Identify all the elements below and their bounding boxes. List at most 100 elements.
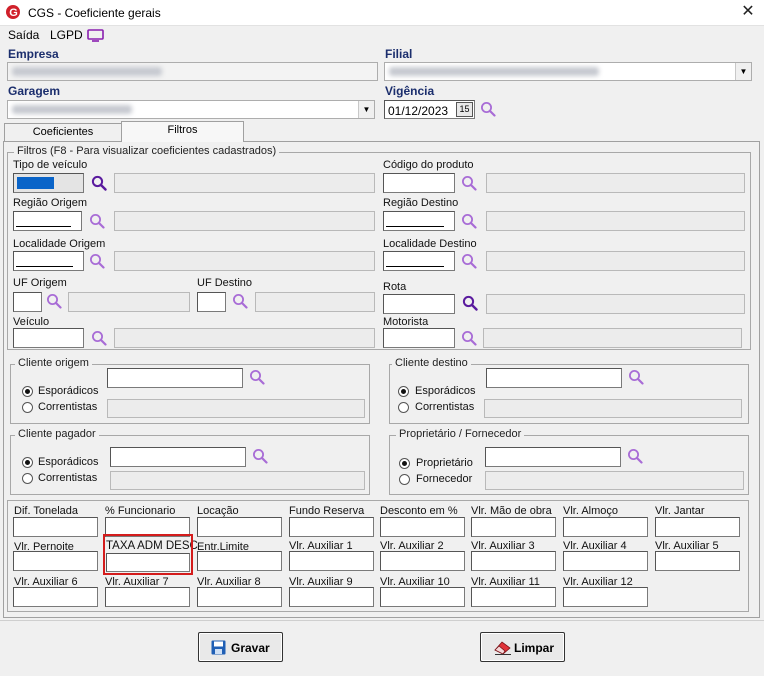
tipo-veiculo-input[interactable]	[13, 173, 84, 193]
close-icon[interactable]: ✕	[735, 1, 761, 23]
chevron-down-icon[interactable]: ▼	[735, 63, 751, 80]
filial-combo[interactable]: ▼	[384, 62, 752, 81]
auxiliar-6-input[interactable]	[13, 587, 98, 607]
search-icon[interactable]	[91, 175, 107, 191]
regiao-origem-input[interactable]	[13, 211, 82, 231]
selection-highlight	[17, 177, 54, 189]
almoco-label: Vlr. Almoço	[563, 505, 619, 517]
veiculo-desc	[114, 328, 375, 348]
localidade-origem-input[interactable]	[13, 251, 84, 271]
separator	[0, 620, 764, 621]
menu-lgpd[interactable]: LGPD	[50, 28, 83, 42]
auxiliar-2-input[interactable]	[380, 551, 465, 571]
menu-saida[interactable]: Saída	[8, 28, 39, 42]
eraser-icon	[494, 641, 511, 655]
auxiliar-3-input[interactable]	[471, 551, 556, 571]
radio-correntistas[interactable]	[398, 402, 409, 413]
localidade-destino-desc	[486, 251, 745, 271]
search-icon[interactable]	[89, 213, 105, 229]
rota-label: Rota	[383, 281, 407, 293]
radio-esporadicos[interactable]	[22, 457, 33, 468]
search-icon[interactable]	[46, 293, 62, 309]
auxiliar-5-input[interactable]	[655, 551, 740, 571]
calendar-icon[interactable]: 15	[456, 102, 473, 117]
auxiliar-12-input[interactable]	[563, 587, 648, 607]
rota-desc	[486, 294, 745, 314]
gravar-button[interactable]: Gravar	[198, 632, 283, 662]
regiao-origem-desc	[114, 211, 375, 231]
fundo-reserva-label: Fundo Reserva	[289, 505, 365, 517]
codigo-produto-input[interactable]	[383, 173, 455, 193]
cliente-destino-input[interactable]	[486, 368, 622, 388]
cliente-origem-input[interactable]	[107, 368, 243, 388]
garagem-combo[interactable]: ▼	[7, 100, 375, 119]
auxiliar-8-input[interactable]	[197, 587, 282, 607]
empresa-field[interactable]	[7, 62, 378, 81]
uf-origem-desc	[68, 292, 190, 312]
proprietario-input[interactable]	[485, 447, 621, 467]
regiao-destino-input[interactable]	[383, 211, 455, 231]
radio-esporadicos-label: Esporádicos	[415, 385, 476, 397]
search-icon[interactable]	[91, 330, 107, 346]
search-icon[interactable]	[628, 369, 644, 385]
localidade-destino-input[interactable]	[383, 251, 455, 271]
search-icon[interactable]	[232, 293, 248, 309]
auxiliar-10-input[interactable]	[380, 587, 465, 607]
motorista-label: Motorista	[383, 316, 429, 328]
uf-origem-label: UF Origem	[13, 277, 67, 289]
search-icon[interactable]	[252, 448, 268, 464]
search-icon[interactable]	[461, 213, 477, 229]
search-icon[interactable]	[249, 369, 265, 385]
rota-input[interactable]	[383, 294, 455, 314]
uf-destino-input[interactable]	[197, 292, 226, 312]
save-icon	[211, 640, 226, 655]
radio-esporadicos[interactable]	[398, 386, 409, 397]
radio-esporadicos[interactable]	[22, 386, 33, 397]
radio-fornecedor[interactable]	[399, 474, 410, 485]
veiculo-input[interactable]	[13, 328, 84, 348]
auxiliar-1-input[interactable]	[289, 551, 374, 571]
uf-origem-input[interactable]	[13, 292, 42, 312]
empresa-label: Empresa	[8, 47, 59, 61]
tab-filtros[interactable]: Filtros	[121, 121, 244, 142]
filtros-legend: Filtros (F8 - Para visualizar coeficient…	[14, 145, 280, 157]
cliente-origem-desc	[107, 399, 365, 418]
svg-text:G: G	[9, 7, 18, 19]
almoco-input[interactable]	[563, 517, 648, 537]
search-icon[interactable]	[480, 101, 496, 117]
cliente-destino-desc	[484, 399, 742, 418]
dif-tonelada-input[interactable]	[13, 517, 98, 537]
auxiliar-9-input[interactable]	[289, 587, 374, 607]
search-icon[interactable]	[89, 253, 105, 269]
radio-correntistas[interactable]	[22, 473, 33, 484]
vigencia-value: 01/12/2023	[388, 104, 449, 118]
auxiliar-7-input[interactable]	[105, 587, 190, 607]
motorista-input[interactable]	[383, 328, 455, 348]
search-icon[interactable]	[461, 253, 477, 269]
cliente-pagador-input[interactable]	[110, 447, 246, 467]
cliente-destino-legend: Cliente destino	[392, 357, 471, 369]
desconto-input[interactable]	[380, 517, 465, 537]
chevron-down-icon[interactable]: ▼	[358, 101, 374, 118]
garagem-label: Garagem	[8, 84, 61, 98]
filial-label: Filial	[385, 47, 413, 61]
search-icon[interactable]	[627, 448, 643, 464]
radio-proprietario[interactable]	[399, 458, 410, 469]
monitor-icon[interactable]	[87, 29, 104, 42]
auxiliar-11-input[interactable]	[471, 587, 556, 607]
pernoite-input[interactable]	[13, 551, 98, 571]
mao-de-obra-input[interactable]	[471, 517, 556, 537]
tab-coeficientes[interactable]: Coeficientes	[4, 123, 122, 142]
radio-correntistas[interactable]	[22, 402, 33, 413]
radio-esporadicos-label: Esporádicos	[38, 456, 99, 468]
limpar-button[interactable]: Limpar	[480, 632, 565, 662]
entr-limite-input[interactable]	[197, 551, 282, 571]
auxiliar-4-input[interactable]	[563, 551, 648, 571]
search-icon[interactable]	[462, 295, 478, 311]
search-icon[interactable]	[461, 175, 477, 191]
vigencia-date-input[interactable]: 01/12/2023 15	[384, 100, 475, 119]
locacao-input[interactable]	[197, 517, 282, 537]
search-icon[interactable]	[461, 330, 477, 346]
fundo-reserva-input[interactable]	[289, 517, 374, 537]
jantar-input[interactable]	[655, 517, 740, 537]
